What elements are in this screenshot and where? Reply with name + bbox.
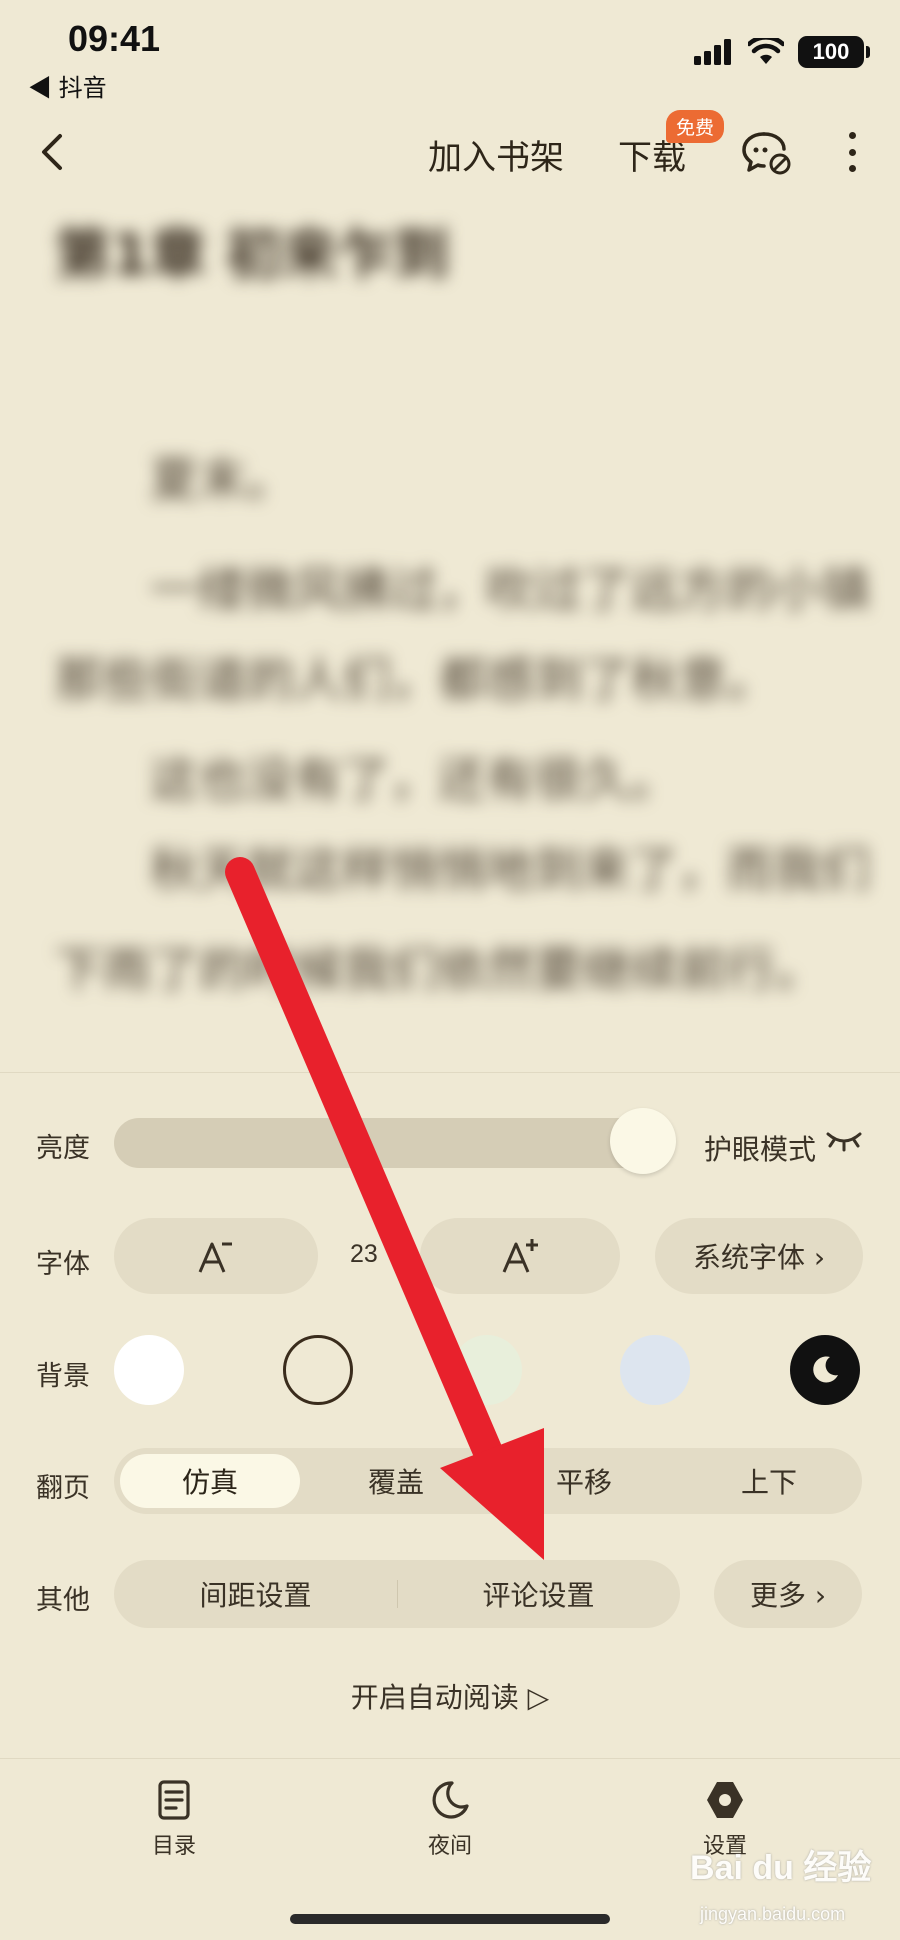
wifi-icon xyxy=(748,38,784,64)
status-time: 09:41 xyxy=(68,18,161,59)
tab-night[interactable]: 夜间 xyxy=(390,1778,510,1860)
background-blue-swatch[interactable] xyxy=(620,1335,690,1405)
home-indicator xyxy=(290,1914,610,1924)
tab-night-label: 夜间 xyxy=(427,1834,472,1859)
paragraph: 那些街道的人们，都感到了秋意。 xyxy=(55,652,776,708)
font-decrease-icon xyxy=(198,1242,232,1273)
page-turn-slide[interactable]: 平移 xyxy=(494,1454,674,1508)
closed-eye-icon[interactable] xyxy=(824,1126,864,1156)
table-of-contents-icon xyxy=(158,1780,190,1820)
tab-toc-label: 目录 xyxy=(151,1834,196,1859)
page-turn-simulation[interactable]: 仿真 xyxy=(120,1454,300,1508)
more-options-button[interactable] xyxy=(836,126,868,178)
more-dot-icon xyxy=(848,165,856,172)
brightness-slider[interactable] xyxy=(114,1118,674,1168)
back-to-app-link[interactable]: ◀ 抖音 xyxy=(28,68,107,103)
paragraph: 这也没有了，还有很久。 xyxy=(150,752,679,808)
status-indicators: 100 xyxy=(694,36,870,68)
moon-icon xyxy=(813,1356,838,1383)
background-white-swatch[interactable] xyxy=(114,1335,184,1405)
more-settings-button[interactable]: 更多 › xyxy=(714,1560,862,1628)
paragraph: 一缕微风拂过，吹过了远方的小镇 xyxy=(150,562,871,618)
tab-toc[interactable]: 目录 xyxy=(114,1778,234,1860)
font-increase-icon xyxy=(502,1239,538,1273)
more-dot-icon xyxy=(848,148,856,156)
eye-protection-toggle[interactable]: 护眼模式 xyxy=(704,1128,816,1168)
background-label: 背景 xyxy=(36,1361,90,1392)
battery-indicator: 100 xyxy=(798,36,870,68)
other-settings-group: 间距设置 评论设置 xyxy=(114,1560,680,1628)
reader-content: 第1章 初来乍到 夏末。 一缕微风拂过，吹过了远方的小镇 那些街道的人们，都感到… xyxy=(0,190,900,1070)
decrease-font-button[interactable] xyxy=(114,1218,318,1294)
page-turn-selector: 仿真 覆盖 平移 上下 xyxy=(114,1448,862,1514)
page-turn-cover[interactable]: 覆盖 xyxy=(306,1454,486,1508)
system-font-button[interactable]: 系统字体 › xyxy=(655,1218,863,1294)
other-label: 其他 xyxy=(36,1585,90,1616)
font-label: 字体 xyxy=(36,1249,90,1280)
back-button[interactable] xyxy=(28,124,76,180)
brightness-label: 亮度 xyxy=(36,1133,90,1164)
page-turn-scroll[interactable]: 上下 xyxy=(679,1454,859,1508)
crescent-moon-icon xyxy=(432,1781,469,1819)
background-dark-swatch[interactable] xyxy=(790,1335,860,1405)
paragraph: 夏末。 xyxy=(150,452,295,508)
page-turn-label: 翻页 xyxy=(36,1473,90,1504)
reader-settings-panel xyxy=(0,1072,900,1760)
paragraph: 秋天就这样悄悄地到来了，而我们 xyxy=(150,842,871,898)
free-badge: 免费 xyxy=(666,110,725,143)
more-dot-icon xyxy=(848,132,856,139)
brightness-slider-handle[interactable] xyxy=(610,1108,676,1174)
battery-level: 100 xyxy=(812,39,850,64)
chevron-left-icon xyxy=(42,134,62,170)
add-to-shelf-button[interactable]: 加入书架 xyxy=(428,130,564,179)
increase-font-button[interactable] xyxy=(420,1218,620,1294)
comment-settings-button[interactable]: 评论设置 xyxy=(397,1560,680,1628)
background-green-swatch[interactable] xyxy=(452,1335,522,1405)
spacing-settings-button[interactable]: 间距设置 xyxy=(114,1560,397,1628)
chapter-title: 第1章 初来乍到 xyxy=(55,223,450,288)
comment-bubble-icon xyxy=(742,132,791,175)
paragraph: 下雨了的时候我们依然要继续前行。 xyxy=(55,942,824,998)
settings-gear-icon xyxy=(707,1782,743,1818)
baidu-watermark-url: jingyan.baidu.com xyxy=(700,1904,846,1924)
background-beige-swatch[interactable] xyxy=(283,1335,353,1405)
font-size-value: 23 xyxy=(350,1240,378,1268)
baidu-watermark-logo: Bai du 经验 xyxy=(690,1849,872,1887)
cellular-signal-icon xyxy=(694,39,731,65)
comment-toggle-button[interactable] xyxy=(740,128,794,178)
auto-read-button[interactable]: 开启自动阅读 ▷ xyxy=(0,1676,900,1716)
